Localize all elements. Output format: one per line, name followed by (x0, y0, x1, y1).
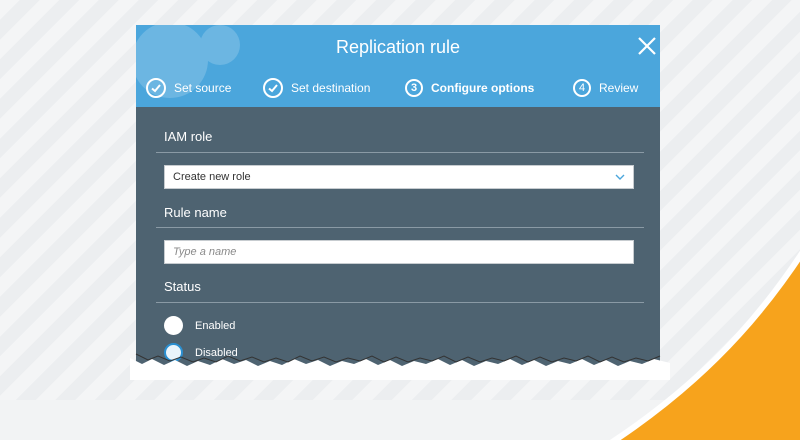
chevron-down-icon (615, 174, 625, 180)
step-label: Set destination (291, 81, 371, 95)
step-number-3: 3 (405, 79, 423, 97)
divider (156, 227, 644, 228)
torn-edge-decoration (130, 353, 670, 380)
rule-name-input[interactable] (164, 240, 634, 264)
modal-header: Replication rule Set source Set destinat… (136, 25, 660, 107)
wizard-steps: Set source Set destination 3 Configure o… (136, 77, 660, 103)
step-review[interactable]: 4 Review (573, 77, 638, 99)
iam-role-select[interactable]: Create new role (164, 165, 634, 189)
radio-label: Enabled (195, 319, 236, 332)
modal-title: Replication rule (335, 37, 461, 57)
rule-name-label: Rule name (164, 205, 227, 220)
modal-body: IAM role Create new role Rule name Statu… (136, 107, 660, 370)
status-label: Status (164, 279, 201, 294)
step-set-source[interactable]: Set source (146, 77, 231, 99)
divider (156, 152, 644, 153)
step-label: Set source (174, 81, 232, 95)
replication-rule-modal: Replication rule Set source Set destinat… (136, 25, 660, 370)
divider (156, 302, 644, 303)
check-icon (146, 78, 166, 98)
status-enabled-option[interactable]: Enabled (164, 316, 235, 335)
step-set-destination[interactable]: Set destination (263, 77, 370, 99)
step-label: Configure options (431, 81, 535, 95)
iam-role-selected-value: Create new role (173, 171, 251, 183)
step-configure-options[interactable]: 3 Configure options (405, 77, 534, 99)
iam-role-label: IAM role (164, 129, 213, 144)
radio-enabled[interactable] (164, 316, 183, 335)
check-icon (263, 78, 283, 98)
step-label: Review (599, 81, 639, 95)
step-number-4: 4 (573, 79, 591, 97)
close-icon[interactable] (636, 35, 658, 57)
